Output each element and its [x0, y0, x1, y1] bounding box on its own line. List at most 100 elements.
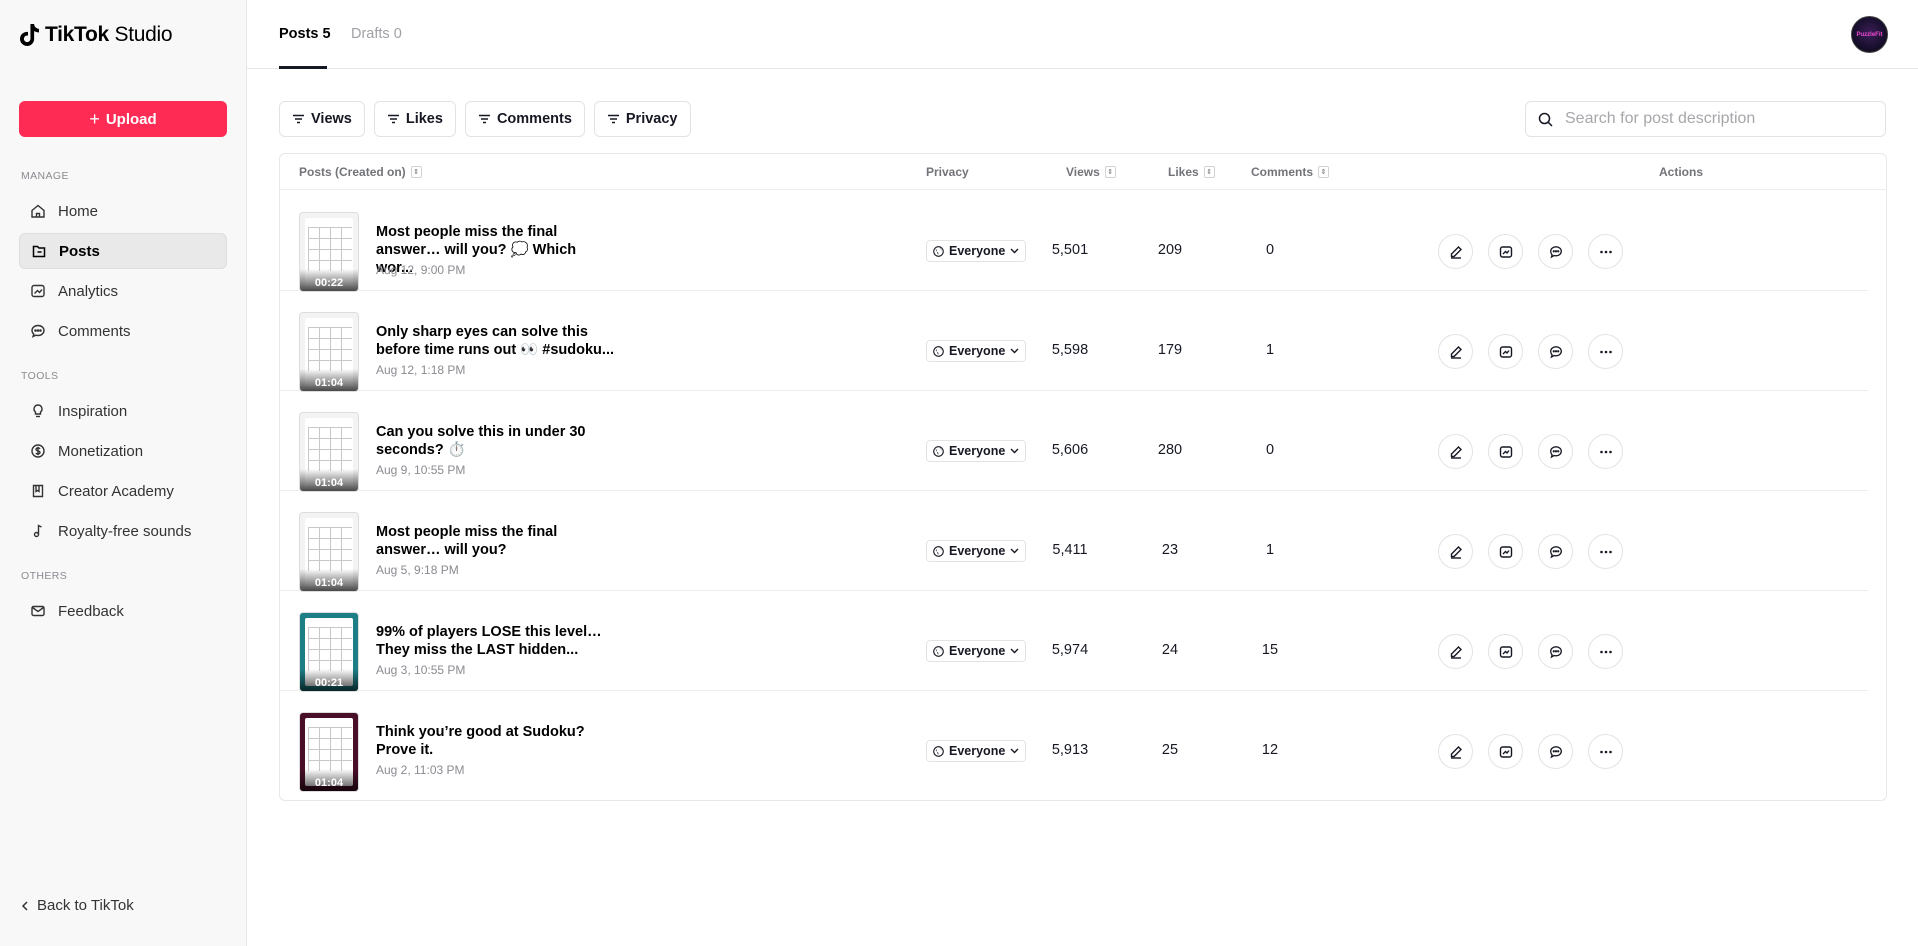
- comments-button[interactable]: [1538, 534, 1573, 569]
- video-thumbnail[interactable]: 01:04: [299, 412, 359, 492]
- edit-button[interactable]: [1438, 734, 1473, 769]
- header-views[interactable]: Views ⇕: [1066, 165, 1116, 179]
- header-likes[interactable]: Likes ⇕: [1168, 165, 1215, 179]
- posts-icon: [32, 245, 46, 258]
- analytics-button[interactable]: [1488, 634, 1523, 669]
- table-row[interactable]: 01:04 Can you solve this in under 30 sec…: [280, 391, 1868, 492]
- sidebar-item-home[interactable]: Home: [19, 193, 227, 229]
- header-actions-label: Actions: [1659, 165, 1704, 179]
- table-row[interactable]: 01:04 Think you’re good at Sudoku? Prove…: [280, 691, 1868, 792]
- sidebar-item-monetization[interactable]: Monetization: [19, 433, 227, 469]
- privacy-dropdown[interactable]: Everyone: [926, 540, 1027, 562]
- analytics-button[interactable]: [1488, 334, 1523, 369]
- filter-views-button[interactable]: Views: [279, 101, 365, 137]
- more-options-button[interactable]: [1588, 434, 1623, 469]
- edit-button[interactable]: [1438, 334, 1473, 369]
- post-title[interactable]: 99% of players LOSE this level… They mis…: [376, 623, 616, 659]
- sidebar-item-inspiration[interactable]: Inspiration: [19, 393, 227, 429]
- comment-bubble-icon: [1549, 545, 1562, 558]
- post-title[interactable]: Can you solve this in under 30 seconds? …: [376, 423, 616, 459]
- views-count: 5,974: [1051, 642, 1089, 658]
- comment-bubble-icon: [1549, 745, 1562, 758]
- privacy-dropdown[interactable]: Everyone: [926, 740, 1027, 762]
- more-options-button[interactable]: [1588, 734, 1623, 769]
- sidebar-item-analytics[interactable]: Analytics: [19, 273, 227, 309]
- sidebar-item-royalty-free-sounds[interactable]: Royalty-free sounds: [19, 513, 227, 549]
- chevron-down-icon: [1010, 648, 1019, 654]
- filter-likes-button[interactable]: Likes: [373, 101, 456, 137]
- privacy-dropdown[interactable]: Everyone: [926, 640, 1027, 662]
- video-thumbnail[interactable]: 01:04: [299, 312, 359, 392]
- tiktok-studio-logo[interactable]: TikTok Studio: [0, 0, 246, 69]
- sidebar-item-creator-academy[interactable]: Creator Academy: [19, 473, 227, 509]
- more-options-button[interactable]: [1588, 634, 1623, 669]
- top-bar: Posts 5 Drafts 0 PuzzleFit: [247, 0, 1918, 69]
- comments-button[interactable]: [1538, 734, 1573, 769]
- filter-comments-button[interactable]: Comments: [464, 101, 585, 137]
- comments-button[interactable]: [1538, 634, 1573, 669]
- comments-count: 1: [1265, 342, 1275, 358]
- search-input[interactable]: [1565, 110, 1865, 128]
- header-posts[interactable]: Posts (Created on) ⇕: [299, 165, 422, 179]
- comments-button[interactable]: [1538, 234, 1573, 269]
- header-comments[interactable]: Comments ⇕: [1251, 165, 1330, 179]
- video-thumbnail[interactable]: 00:21: [299, 612, 359, 692]
- privacy-dropdown[interactable]: Everyone: [926, 340, 1027, 362]
- more-options-button[interactable]: [1588, 234, 1623, 269]
- section-others: OTHERS: [21, 570, 68, 582]
- analytics-button[interactable]: [1488, 534, 1523, 569]
- header-privacy: Privacy: [926, 165, 969, 179]
- analytics-button[interactable]: [1488, 434, 1523, 469]
- mail-icon: [31, 605, 45, 617]
- analytics-button[interactable]: [1488, 734, 1523, 769]
- sort-icon: ⇕: [410, 166, 422, 178]
- avatar[interactable]: PuzzleFit: [1851, 16, 1888, 53]
- post-title[interactable]: Only sharp eyes can solve this before ti…: [376, 323, 616, 359]
- comments-count: 1: [1265, 542, 1275, 558]
- edit-button[interactable]: [1438, 634, 1473, 669]
- upload-button[interactable]: + Upload: [19, 101, 227, 137]
- posts-table: Posts (Created on) ⇕ Privacy Views ⇕ Likes…: [279, 153, 1887, 801]
- pencil-icon: [1450, 545, 1462, 559]
- post-title[interactable]: Think you’re good at Sudoku? Prove it.: [376, 723, 616, 759]
- edit-button[interactable]: [1438, 534, 1473, 569]
- privacy-dropdown[interactable]: Everyone: [926, 440, 1027, 462]
- privacy-label: Everyone: [949, 744, 1006, 758]
- post-title[interactable]: Most people miss the final answer… will …: [376, 523, 616, 559]
- analytics-button[interactable]: [1488, 234, 1523, 269]
- sidebar-item-feedback[interactable]: Feedback: [19, 593, 227, 629]
- tab-posts[interactable]: Posts 5: [279, 26, 331, 42]
- video-duration: 01:04: [300, 569, 358, 591]
- plus-icon: +: [89, 109, 100, 129]
- book-icon: [32, 484, 44, 498]
- video-thumbnail[interactable]: 00:22: [299, 212, 359, 292]
- table-row[interactable]: 01:04 Only sharp eyes can solve this bef…: [280, 291, 1868, 392]
- filter-privacy-button[interactable]: Privacy: [593, 101, 691, 137]
- analytics-icon: [31, 284, 45, 298]
- table-row[interactable]: 00:21 99% of players LOSE this level… Th…: [280, 591, 1868, 692]
- chevron-down-icon: [1010, 748, 1019, 754]
- more-options-button[interactable]: [1588, 534, 1623, 569]
- table-row[interactable]: 00:22 Most people miss the final answer……: [280, 191, 1868, 292]
- sidebar-item-label: Feedback: [58, 602, 124, 620]
- video-thumbnail[interactable]: 01:04: [299, 712, 359, 792]
- row-actions: [1438, 434, 1623, 469]
- comments-button[interactable]: [1538, 334, 1573, 369]
- filter-lines-icon: [293, 114, 304, 124]
- sidebar-item-posts[interactable]: Posts: [19, 233, 227, 269]
- sidebar-item-comments[interactable]: Comments: [19, 313, 227, 349]
- video-thumbnail[interactable]: 01:04: [299, 512, 359, 592]
- sudoku-grid-image: [308, 527, 352, 571]
- tab-drafts[interactable]: Drafts 0: [351, 26, 402, 42]
- globe-icon: [933, 645, 944, 657]
- edit-button[interactable]: [1438, 434, 1473, 469]
- globe-icon: [933, 745, 944, 757]
- privacy-dropdown[interactable]: Everyone: [926, 240, 1027, 262]
- privacy-label: Everyone: [949, 344, 1006, 358]
- table-row[interactable]: 01:04 Most people miss the final answer……: [280, 491, 1868, 592]
- back-to-tiktok-link[interactable]: Back to TikTok: [21, 897, 134, 914]
- more-options-button[interactable]: [1588, 334, 1623, 369]
- edit-button[interactable]: [1438, 234, 1473, 269]
- comments-button[interactable]: [1538, 434, 1573, 469]
- globe-icon: [933, 445, 944, 457]
